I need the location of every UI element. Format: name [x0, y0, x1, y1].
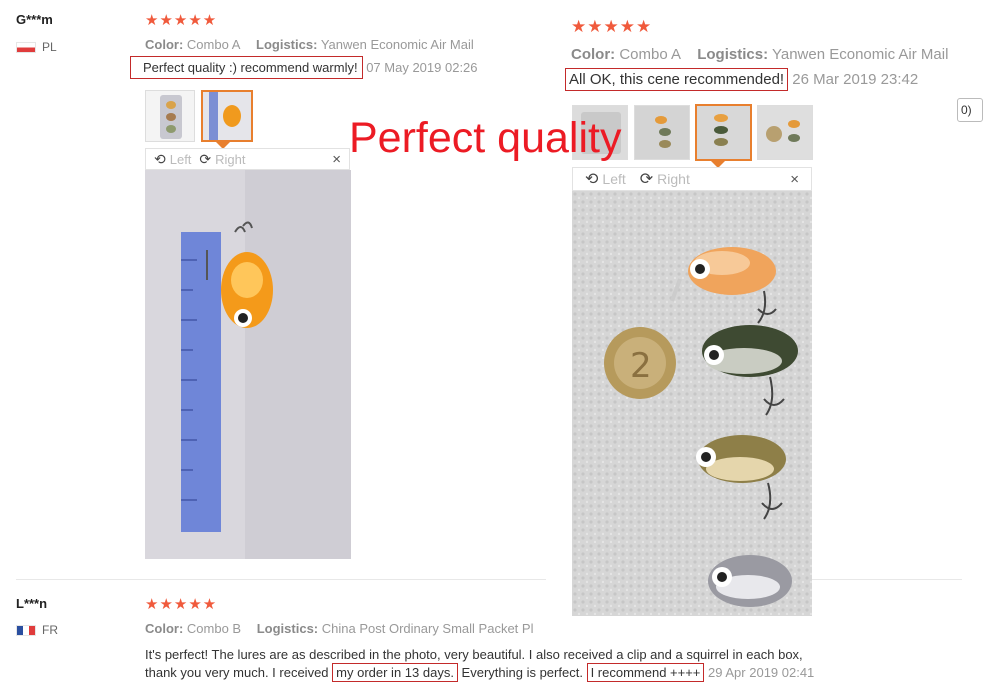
page-button[interactable]: 0) — [957, 98, 983, 122]
review-photo-thumbnail[interactable] — [634, 105, 690, 160]
color-label: Color: — [145, 37, 184, 52]
rating-stars: ★★★★★ — [145, 596, 218, 613]
country-code: FR — [42, 623, 58, 637]
lure-thumbnail-icon — [160, 95, 182, 139]
review-text-line: It's perfect! The lures are as described… — [145, 647, 803, 662]
lure-thumbnail-icon — [697, 106, 750, 159]
france-flag-icon — [16, 624, 36, 636]
logistics-label: Logistics: — [256, 621, 319, 636]
rotate-right-icon: ⟳ — [639, 171, 654, 188]
logistics-label: Logistics: — [697, 46, 769, 63]
svg-text:2: 2 — [630, 346, 652, 386]
logistics-value: Yanwen Economic Air Mail — [320, 37, 474, 52]
overlay-heading: Perfect quality — [349, 114, 622, 162]
lure-thumbnail-icon — [635, 106, 689, 159]
review-date: 29 Apr 2019 02:41 — [708, 665, 815, 680]
review-text: Perfect quality :) recommend warmly! — [130, 56, 363, 79]
color-value: Combo A — [186, 37, 241, 52]
rotate-left-label: Left — [602, 171, 626, 187]
lure-thumbnail-icon — [758, 106, 812, 159]
image-viewer-toolbar: ⟲ Left ⟳ Right × — [572, 167, 812, 191]
review-divider — [16, 579, 546, 580]
rating-stars: ★★★★★ — [145, 12, 218, 29]
review-date: 07 May 2019 02:26 — [366, 60, 478, 75]
review-text-row: Perfect quality :) recommend warmly! 07 … — [130, 56, 478, 79]
color-value: Combo B — [186, 621, 242, 636]
review-text-part: Everything is perfect. — [457, 665, 587, 680]
review-text-part: thank you very much. I received — [145, 665, 333, 680]
review-photo-thumbnail[interactable] — [145, 90, 195, 142]
highlighted-text: my order in 13 days. — [332, 663, 458, 682]
rotate-right-icon: ⟳ — [199, 150, 212, 167]
review-photo-large — [145, 170, 351, 559]
logistics-label: Logistics: — [256, 37, 318, 52]
ruler-lure-photo — [145, 170, 351, 559]
color-label: Color: — [571, 46, 616, 63]
highlighted-text: I recommend ++++ — [586, 663, 705, 682]
review-meta: Color: Combo A Logistics: Yanwen Economi… — [571, 46, 948, 63]
review-meta: Color: Combo B Logistics: China Post Ord… — [145, 621, 533, 636]
lures-coin-photo: 2 — [572, 191, 812, 616]
logistics-value: Yanwen Economic Air Mail — [771, 46, 949, 63]
close-icon[interactable]: × — [332, 151, 341, 168]
reviewer-name: G***m — [16, 12, 53, 27]
review-text-line: thank you very much. I received my order… — [145, 663, 815, 682]
close-icon[interactable]: × — [790, 171, 799, 188]
reviewer-name: L***n — [16, 596, 48, 611]
rotate-left-button[interactable]: ⟲ Left — [585, 169, 626, 189]
rotate-right-button[interactable]: ⟳ Right — [199, 151, 245, 168]
review-text-row: All OK, this cene recommended! 26 Mar 20… — [565, 68, 919, 91]
review-photo-large: 2 — [572, 191, 812, 616]
review-photo-thumbnail[interactable] — [757, 105, 813, 160]
rotate-right-label: Right — [657, 171, 690, 187]
rotate-right-button[interactable]: ⟳ Right — [640, 169, 690, 189]
lure-thumbnail-icon — [203, 92, 251, 140]
review-date: 26 Mar 2019 23:42 — [792, 71, 919, 88]
rotate-left-label: Left — [169, 151, 192, 167]
color-label: Color: — [145, 621, 184, 636]
review-photo-thumbnail-active[interactable] — [695, 104, 752, 161]
rating-stars: ★★★★★ — [571, 17, 653, 36]
rotate-left-icon: ⟲ — [154, 150, 166, 167]
review-divider — [812, 579, 962, 580]
rotate-left-icon: ⟲ — [585, 171, 599, 188]
reviewer-country: PL — [16, 40, 57, 54]
image-viewer-toolbar: ⟲ Left ⟳ Right × — [145, 148, 350, 170]
logistics-value: China Post Ordinary Small Packet Pl — [321, 621, 534, 636]
review-photo-thumbnail-active[interactable] — [201, 90, 253, 142]
color-value: Combo A — [619, 46, 682, 63]
rotate-left-button[interactable]: ⟲ Left — [154, 151, 191, 168]
poland-flag-icon — [16, 41, 36, 53]
review-text: All OK, this cene recommended! — [565, 68, 789, 91]
country-code: PL — [42, 40, 57, 54]
review-meta: Color: Combo A Logistics: Yanwen Economi… — [145, 37, 474, 52]
reviewer-country: FR — [16, 623, 58, 637]
rotate-right-label: Right — [215, 151, 246, 167]
